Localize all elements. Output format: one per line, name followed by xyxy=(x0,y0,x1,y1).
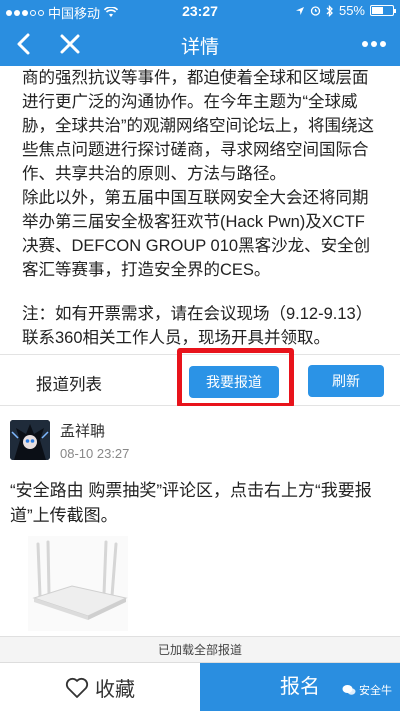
favorite-button[interactable]: 收藏 xyxy=(0,663,200,711)
comment-time: 08-10 23:27 xyxy=(60,446,130,461)
alarm-icon xyxy=(310,6,321,16)
status-right: 55% xyxy=(295,3,396,18)
more-options-icon[interactable] xyxy=(360,32,388,56)
location-arrow-icon xyxy=(295,6,304,15)
status-bar: 中国移动 23:27 55% xyxy=(0,0,400,22)
router-illustration xyxy=(28,536,128,631)
all-loaded-note: 已加载全部报道 xyxy=(0,636,400,662)
heart-icon xyxy=(65,677,89,698)
bluetooth-icon xyxy=(326,4,333,17)
favorite-label: 收藏 xyxy=(95,679,135,701)
refresh-button[interactable]: 刷新 xyxy=(308,365,384,397)
avatar[interactable] xyxy=(10,420,50,460)
watermark: 安全牛 xyxy=(342,682,392,698)
watermark-text: 安全牛 xyxy=(359,685,392,697)
article-body: 商的强烈抗议等事件，都迫使着全球和区域层面进行更广泛的沟通协作。在今年主题为“全… xyxy=(0,66,400,354)
avatar-image xyxy=(10,420,50,460)
router-image[interactable] xyxy=(28,536,128,631)
invoice-note: 注：如有开票需求，请在会议现场（9.12-9.13）联系360相关工作人员，现场… xyxy=(22,305,373,347)
battery-percent: 55% xyxy=(338,3,365,18)
report-list-item: 孟祥聃 08-10 23:27 “安全路由 购票抽奖”评论区，点击右上方“我要报… xyxy=(0,406,400,636)
battery-icon xyxy=(370,5,396,16)
article-paragraph-2: 除此以外，第五届中国互联网安全大会还将同期举办第三届安全极客狂欢节(Hack P… xyxy=(22,189,371,279)
highlight-annotation-box xyxy=(177,348,294,408)
comment-author[interactable]: 孟祥聃 xyxy=(60,420,105,441)
report-list-title: 报道列表 xyxy=(36,376,102,394)
comment-text: “安全路由 购票抽奖”评论区，点击右上方“我要报道”上传截图。 xyxy=(10,481,372,525)
wechat-logo-icon xyxy=(342,685,356,695)
article-paragraph-1: 商的强烈抗议等事件，都迫使着全球和区域层面进行更广泛的沟通协作。在今年主题为“全… xyxy=(22,69,374,183)
page-title: 详情 xyxy=(180,37,219,58)
battery-fill xyxy=(372,7,383,14)
bottom-action-bar: 收藏 报名 xyxy=(0,662,400,711)
nav-bar: 详情 xyxy=(0,22,400,66)
